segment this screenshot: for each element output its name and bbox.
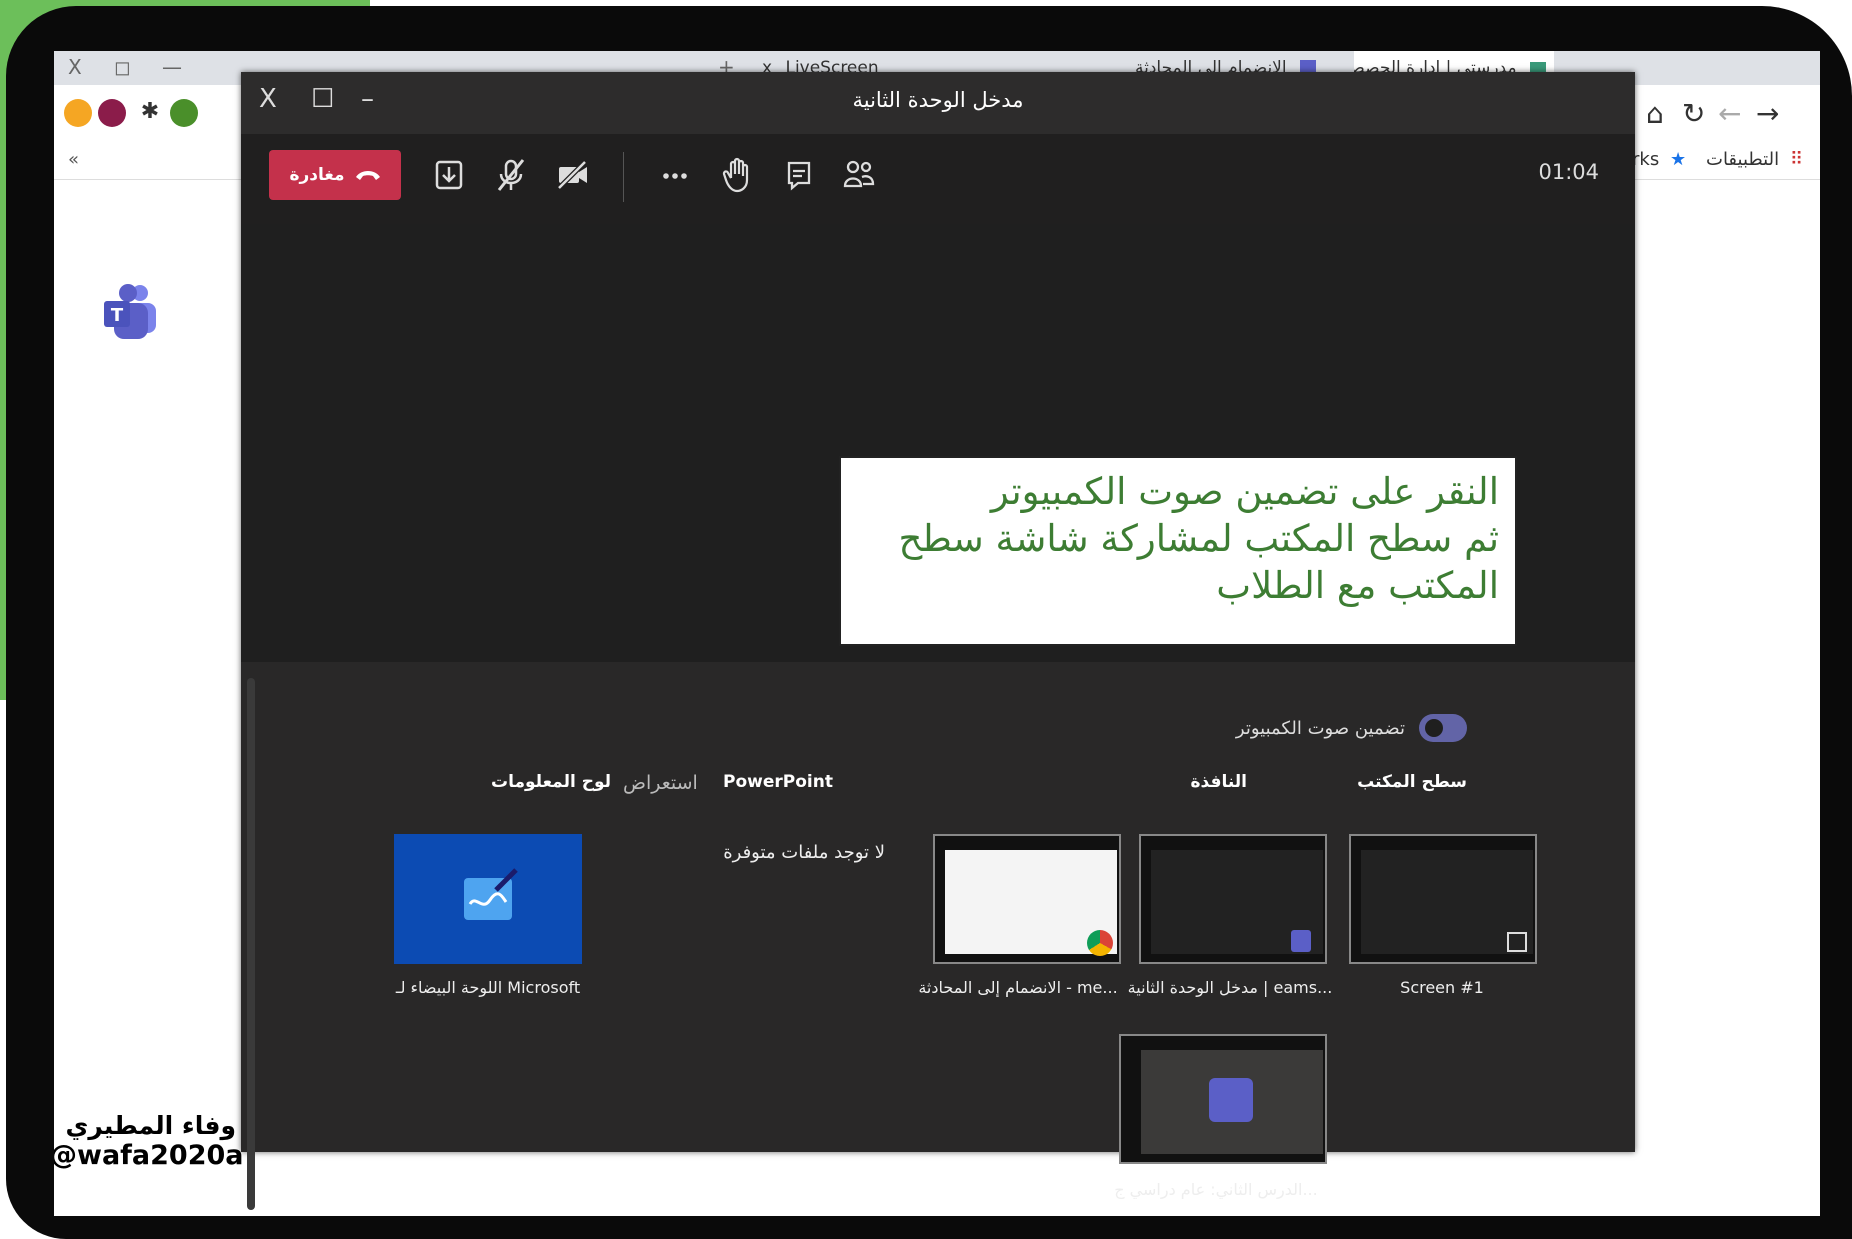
apps-grid-icon[interactable]: ⠿: [1790, 149, 1803, 170]
callout-line-3: المكتب مع الطلاب: [1216, 564, 1499, 607]
teams-badge-icon: [1209, 1078, 1253, 1122]
share-screen-icon: [1507, 932, 1527, 952]
include-audio-label: تضمين صوت الكمبيوتر: [1235, 717, 1405, 739]
chrome-badge-icon: [1087, 930, 1113, 956]
tray-scrollbar[interactable]: [247, 678, 255, 1210]
extension-globe-icon[interactable]: [170, 99, 198, 127]
whiteboard-thumbnail[interactable]: [394, 834, 582, 964]
browser-close-button[interactable]: X: [68, 55, 82, 79]
share-tray: تضمين صوت الكمبيوتر سطح المكتب النافذة P…: [241, 662, 1635, 1210]
meeting-title: مدخل الوحدة الثانية: [852, 88, 1024, 112]
author-handle: @wafa2020a: [54, 1140, 244, 1171]
bookmarks-overflow-label[interactable]: rks: [1632, 149, 1659, 170]
teams-meeting-window: X ☐ – مدخل الوحدة الثانية مغادرة 01:04 ت…: [241, 72, 1635, 1210]
svg-text:T: T: [111, 305, 124, 326]
browser-minimize-button[interactable]: —: [162, 55, 182, 79]
hang-up-icon: [355, 171, 380, 180]
leave-label: مغادرة: [289, 165, 345, 185]
instruction-callout: النقر على تضمين صوت الكمبيوتر ثم سطح الم…: [839, 456, 1517, 646]
browser-restore-button[interactable]: ◻: [114, 55, 131, 79]
extensions-puzzle-icon[interactable]: ✱: [136, 99, 164, 127]
chat-icon[interactable]: [781, 156, 817, 194]
bookmark-star-icon[interactable]: ★: [1670, 149, 1686, 170]
meeting-toolbar: مغادرة 01:04: [241, 134, 1635, 224]
whiteboard-section-header: لوح المعلومات: [491, 772, 612, 792]
mic-off-icon[interactable]: [493, 156, 529, 194]
desktop-share-thumbnail[interactable]: [1349, 834, 1537, 964]
reload-icon[interactable]: ↻: [1682, 97, 1705, 130]
author-name: وفاء المطيري: [65, 1111, 236, 1140]
whiteboard-icon: [464, 868, 518, 920]
toolbar-separator: [623, 152, 624, 202]
browse-button[interactable]: استعراض: [623, 772, 698, 794]
include-audio-toggle[interactable]: [1419, 714, 1467, 742]
more-options-icon[interactable]: [657, 156, 693, 194]
device-frame: X ◻ — + x LiveScreen الانضمام إلى المحاد…: [6, 6, 1852, 1239]
back-icon[interactable]: →: [1756, 97, 1779, 130]
author-watermark: وفاء المطيري @wafa2020a: [54, 1111, 244, 1171]
raise-hand-icon[interactable]: [719, 156, 755, 194]
participants-icon[interactable]: [841, 156, 877, 194]
teams-window-label: مدخل الوحدة الثانية | eams...: [1127, 978, 1333, 997]
forward-icon[interactable]: ←: [1718, 97, 1741, 130]
screen: X ◻ — + x LiveScreen الانضمام إلى المحاد…: [54, 51, 1820, 1216]
teams-window-thumbnail[interactable]: [1139, 834, 1327, 964]
extension-profile-icon[interactable]: [98, 99, 126, 127]
home-icon[interactable]: ⌂: [1646, 97, 1664, 130]
teams-title-bar: X ☐ – مدخل الوحدة الثانية: [241, 72, 1635, 134]
bookmarks-more-button[interactable]: «: [68, 149, 79, 170]
callout-line-1: النقر على تضمين صوت الكمبيوتر: [990, 470, 1499, 513]
lesson-window-thumbnail[interactable]: [1119, 1034, 1327, 1164]
whiteboard-label: اللوحة البيضاء لـ Microsoft: [395, 978, 581, 997]
lesson-window-label: الدرس الثاني: عام دراسي ج...: [1114, 1180, 1318, 1199]
desktop-section-header: سطح المكتب: [1357, 772, 1467, 792]
apps-bookmark[interactable]: التطبيقات: [1706, 149, 1779, 170]
teams-logo-icon: T: [104, 284, 156, 339]
callout-line-2: ثم سطح المكتب لمشاركة شاشة سطح: [898, 517, 1499, 560]
meeting-timer: 01:04: [1538, 160, 1599, 184]
share-tray-icon[interactable]: [431, 156, 467, 194]
browser-window-thumbnail[interactable]: [933, 834, 1121, 964]
teams-badge-icon: [1291, 930, 1311, 952]
powerpoint-section-header: PowerPoint: [723, 772, 833, 792]
leave-button[interactable]: مغادرة: [269, 150, 401, 200]
desktop-thumbnail-label: Screen #1: [1400, 978, 1484, 997]
include-audio-row: تضمين صوت الكمبيوتر: [1236, 714, 1467, 742]
extension-alert-icon[interactable]: [64, 99, 92, 127]
camera-off-icon[interactable]: [555, 156, 591, 194]
browser-window-label: الانضمام إلى المحادثة - me...: [918, 978, 1118, 997]
window-section-header: النافذة: [1190, 772, 1247, 792]
powerpoint-empty-message: لا توجد ملفات متوفرة: [723, 842, 885, 863]
